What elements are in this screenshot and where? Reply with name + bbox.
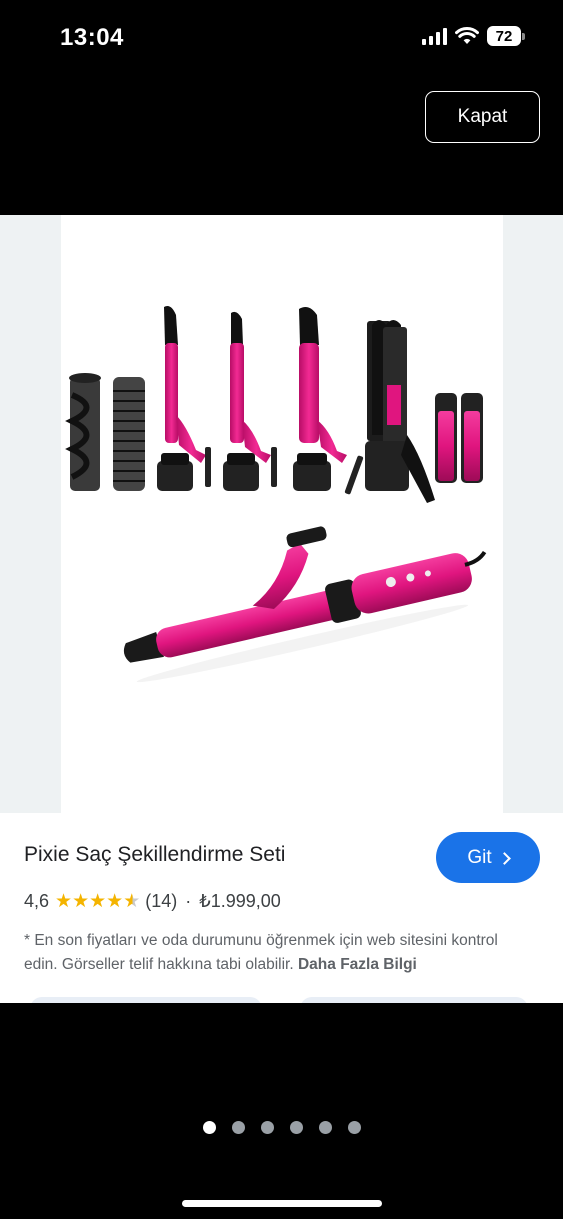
- rating-stars: ★ ★ ★ ★ ★: [55, 892, 140, 911]
- disclaimer: * En son fiyatları ve oda durumunu öğren…: [24, 929, 534, 977]
- pager-dot[interactable]: [318, 1121, 332, 1134]
- product-image: [65, 306, 487, 683]
- star-icon: ★: [55, 891, 73, 912]
- pager-dot[interactable]: [260, 1121, 274, 1134]
- go-button-label: Git: [467, 846, 492, 868]
- wifi-icon: [455, 27, 479, 44]
- rating-row: 4,6 ★ ★ ★ ★ ★ (14) · ₺1.999,00: [24, 891, 281, 912]
- pager-dot[interactable]: [231, 1121, 245, 1134]
- home-indicator[interactable]: [182, 1200, 382, 1207]
- status-time: 13:04: [60, 24, 124, 51]
- disclaimer-text: * En son fiyatları ve oda durumunu öğren…: [24, 932, 498, 973]
- star-icon: ★: [72, 891, 90, 912]
- battery-icon: 72: [487, 26, 525, 46]
- cellular-signal-icon: [422, 27, 447, 45]
- next-card-peek: [30, 997, 262, 1003]
- close-button[interactable]: Kapat: [425, 91, 540, 143]
- battery-level: 72: [487, 26, 521, 46]
- star-icon: ★: [89, 891, 107, 912]
- pager-dots: [0, 1121, 563, 1134]
- product-card: Pixie Saç Şekillendirme Seti Git 4,6 ★ ★…: [0, 215, 563, 1003]
- separator: ·: [185, 891, 192, 911]
- chevron-right-icon: [497, 851, 511, 865]
- half-star-icon: ★: [123, 891, 141, 912]
- pager-dot[interactable]: [347, 1121, 361, 1134]
- product-title[interactable]: Pixie Saç Şekillendirme Seti: [24, 843, 285, 867]
- pager-dot[interactable]: [289, 1121, 303, 1134]
- status-icons: 72: [422, 26, 525, 46]
- review-count: (14): [145, 891, 178, 911]
- star-icon: ★: [106, 891, 124, 912]
- status-bar: 13:04 72: [0, 0, 563, 76]
- rating-value: 4,6: [24, 891, 50, 911]
- next-card-peek: [300, 997, 528, 1003]
- image-frame: [61, 215, 503, 813]
- price: ₺1.999,00: [199, 891, 281, 911]
- pager-dot-active[interactable]: [202, 1121, 216, 1134]
- go-button[interactable]: Git: [436, 832, 540, 883]
- image-area[interactable]: [0, 215, 563, 813]
- more-info-link[interactable]: Daha Fazla Bilgi: [298, 956, 417, 973]
